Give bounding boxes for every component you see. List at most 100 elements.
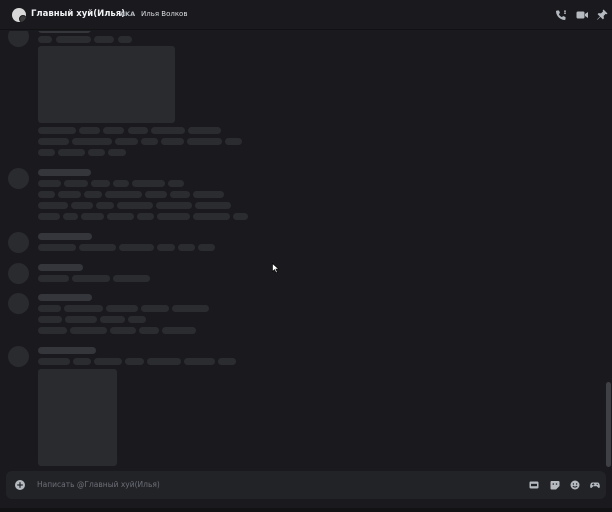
text-placeholder (195, 202, 231, 209)
text-placeholder (157, 244, 175, 251)
username-placeholder (38, 31, 91, 33)
text-placeholder (110, 327, 136, 334)
text-placeholder (38, 316, 62, 323)
text-placeholder (38, 202, 68, 209)
text-placeholder (81, 213, 104, 220)
text-placeholder (128, 316, 146, 323)
text-placeholder (145, 191, 167, 198)
text-placeholder (141, 138, 158, 145)
message-avatar[interactable] (8, 232, 29, 253)
text-placeholder (115, 138, 138, 145)
text-placeholder (38, 213, 60, 220)
text-placeholder (117, 202, 153, 209)
username-placeholder (38, 347, 96, 354)
text-placeholder (128, 127, 148, 134)
message-list[interactable] (0, 31, 604, 466)
text-placeholder (233, 213, 248, 220)
dm-avatar[interactable] (12, 8, 26, 22)
text-placeholder (188, 127, 221, 134)
text-placeholder (94, 358, 122, 365)
text-placeholder (38, 358, 70, 365)
text-placeholder (147, 358, 181, 365)
add-attachment-icon[interactable] (15, 480, 25, 490)
gamepad-icon[interactable] (590, 480, 600, 490)
text-placeholder (141, 305, 169, 312)
text-placeholder (157, 213, 190, 220)
text-placeholder (225, 138, 242, 145)
text-placeholder (38, 127, 76, 134)
text-placeholder (108, 149, 126, 156)
text-placeholder (38, 149, 55, 156)
message-composer[interactable]: Написать @Главный хуй(Илья) (6, 471, 606, 499)
text-placeholder (184, 358, 215, 365)
scrollbar-thumb[interactable] (606, 382, 611, 467)
image-placeholder (38, 46, 175, 123)
mouse-cursor-icon (272, 263, 280, 274)
message-avatar[interactable] (8, 346, 29, 367)
text-placeholder (79, 244, 116, 251)
text-placeholder (58, 191, 81, 198)
text-placeholder (91, 180, 110, 187)
username-placeholder (38, 294, 92, 301)
sticker-icon[interactable] (550, 480, 560, 490)
text-placeholder (156, 202, 192, 209)
text-placeholder (125, 358, 144, 365)
text-placeholder (161, 138, 184, 145)
message-avatar[interactable] (8, 263, 29, 284)
text-placeholder (107, 213, 134, 220)
username-placeholder (38, 233, 92, 240)
window-bottom-edge (0, 508, 612, 512)
text-placeholder (56, 36, 91, 43)
text-placeholder (94, 36, 114, 43)
text-placeholder (187, 138, 222, 145)
emoji-icon[interactable] (570, 480, 580, 490)
video-icon[interactable] (575, 8, 589, 22)
text-placeholder (105, 191, 142, 198)
text-placeholder (96, 202, 114, 209)
text-placeholder (38, 327, 67, 334)
text-placeholder (113, 180, 129, 187)
text-placeholder (72, 275, 110, 282)
text-placeholder (139, 327, 159, 334)
text-placeholder (119, 244, 154, 251)
text-placeholder (71, 202, 93, 209)
text-placeholder (113, 275, 150, 282)
message-avatar[interactable] (8, 31, 29, 47)
text-placeholder (38, 138, 69, 145)
channel-header: Главный хуй(Илья) AKA Илья Волков (0, 0, 612, 30)
text-placeholder (170, 191, 190, 198)
text-placeholder (137, 213, 154, 220)
text-placeholder (38, 305, 61, 312)
gif-icon[interactable] (529, 480, 539, 490)
text-placeholder (38, 36, 52, 43)
text-placeholder (106, 305, 138, 312)
pin-icon[interactable] (595, 8, 609, 22)
aka-name: Илья Волков (141, 10, 188, 18)
text-placeholder (88, 149, 105, 156)
text-placeholder (162, 327, 196, 334)
text-placeholder (79, 127, 100, 134)
text-placeholder (73, 358, 91, 365)
message-avatar[interactable] (8, 293, 29, 314)
text-placeholder (63, 213, 78, 220)
image-placeholder (38, 369, 117, 466)
message-avatar[interactable] (8, 168, 29, 189)
aka-label: AKA (120, 10, 136, 18)
message-input[interactable]: Написать @Главный хуй(Илья) (37, 480, 160, 489)
text-placeholder (84, 191, 102, 198)
text-placeholder (178, 244, 195, 251)
message-scrollbar[interactable] (604, 31, 612, 468)
text-placeholder (64, 305, 103, 312)
phone-icon[interactable] (554, 8, 568, 22)
text-placeholder (132, 180, 165, 187)
text-placeholder (172, 305, 209, 312)
text-placeholder (118, 36, 132, 43)
text-placeholder (168, 180, 184, 187)
text-placeholder (64, 180, 88, 187)
text-placeholder (193, 213, 230, 220)
text-placeholder (38, 191, 55, 198)
text-placeholder (100, 316, 125, 323)
dm-title[interactable]: Главный хуй(Илья) (31, 9, 125, 19)
text-placeholder (72, 138, 112, 145)
text-placeholder (193, 191, 224, 198)
